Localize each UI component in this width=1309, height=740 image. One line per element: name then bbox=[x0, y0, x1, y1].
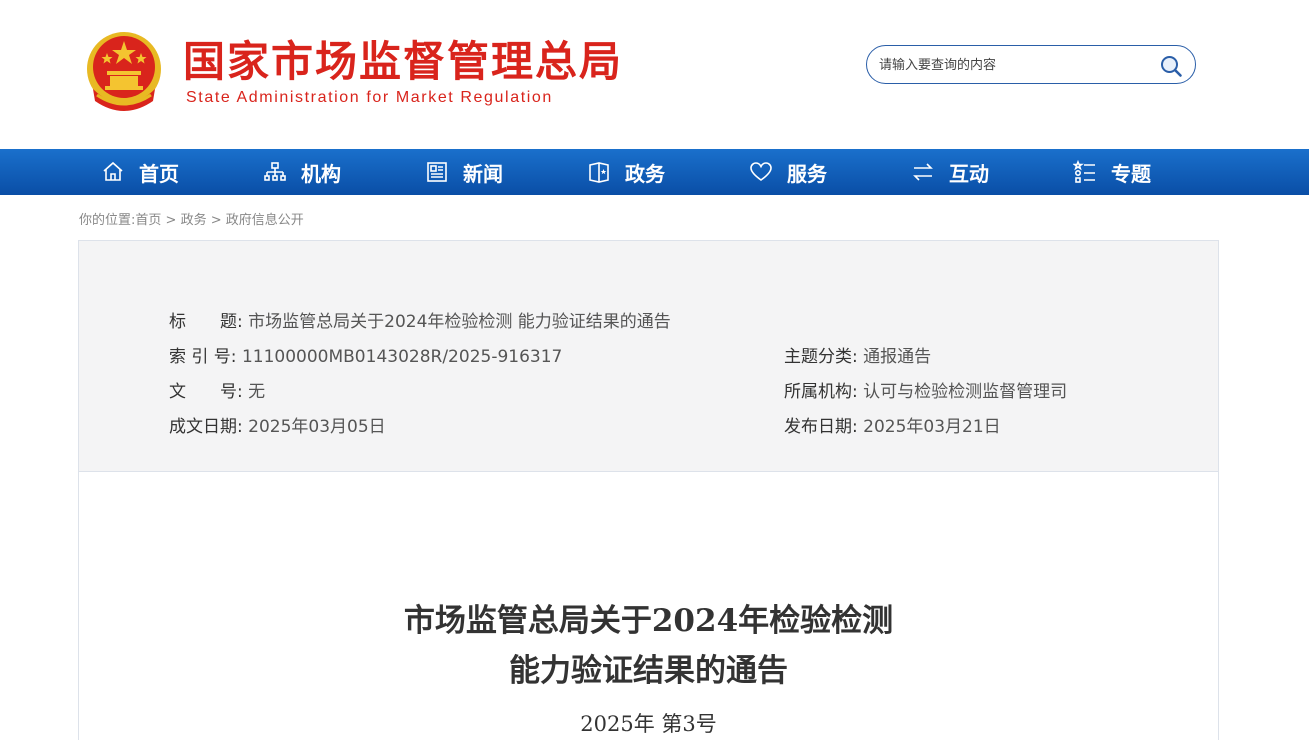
nav-item-org[interactable]: 机构 bbox=[263, 149, 341, 195]
document-meta: 标 题: 市场监管总局关于2024年检验检测 能力验证结果的通告 索 引 号: … bbox=[79, 241, 1218, 472]
meta-published-value: 2025年03月21日 bbox=[863, 417, 1001, 437]
meta-docno-value: 无 bbox=[248, 382, 266, 402]
nav-item-news[interactable]: 新闻 bbox=[425, 149, 503, 195]
document-number: 2025年 第3号 bbox=[580, 712, 717, 736]
brand-name-en[interactable]: State Administration for Market Regulati… bbox=[186, 88, 553, 108]
nav-label: 专题 bbox=[1111, 161, 1151, 186]
meta-category-label: 主题分类: bbox=[784, 347, 858, 367]
meta-docno-row: 文 号: 无 bbox=[169, 380, 265, 404]
breadcrumb-prefix: 你的位置: bbox=[79, 213, 136, 228]
document-title-line2: 能力验证结果的通告 bbox=[509, 653, 788, 689]
org-chart-icon bbox=[264, 162, 286, 181]
national-emblem-icon[interactable] bbox=[83, 29, 165, 115]
nav-item-service[interactable]: 服务 bbox=[749, 149, 827, 195]
nav-item-gov[interactable]: 政务 bbox=[587, 149, 665, 195]
nav-label: 机构 bbox=[301, 161, 341, 186]
breadcrumb-separator: > bbox=[165, 213, 177, 228]
nav-label: 互动 bbox=[949, 161, 989, 186]
nav-item-home[interactable]: 首页 bbox=[101, 149, 179, 195]
site-header: 国家市场监督管理总局 State Administration for Mark… bbox=[0, 0, 1309, 149]
meta-title-label: 标 题: bbox=[169, 312, 243, 332]
nav-label: 政务 bbox=[625, 161, 665, 186]
meta-org-row: 所属机构: 认可与检验检测监督管理司 bbox=[784, 380, 1067, 404]
meta-published-row: 发布日期: 2025年03月21日 bbox=[784, 415, 1001, 439]
home-icon bbox=[103, 161, 123, 181]
meta-index-row: 索 引 号: 11100000MB0143028R/2025-916317 bbox=[169, 345, 562, 369]
search-input[interactable] bbox=[879, 55, 1149, 75]
nav-label: 新闻 bbox=[463, 161, 503, 186]
breadcrumb-gov[interactable]: 政务 bbox=[181, 213, 207, 228]
meta-category-row: 主题分类: 通报通告 bbox=[784, 345, 931, 369]
meta-docno-label: 文 号: bbox=[169, 382, 243, 402]
book-icon bbox=[589, 162, 609, 183]
list-icon bbox=[1073, 160, 1095, 183]
exchange-icon bbox=[913, 163, 933, 181]
nav-label: 服务 bbox=[787, 161, 827, 186]
meta-org-value: 认可与检验检测监督管理司 bbox=[863, 382, 1068, 402]
nav-label: 首页 bbox=[139, 161, 179, 186]
brand-name-cn[interactable]: 国家市场监督管理总局 bbox=[183, 38, 623, 86]
meta-index-value: 11100000MB0143028R/2025-916317 bbox=[241, 347, 563, 367]
heart-icon bbox=[750, 162, 772, 181]
meta-index-label: 索 引 号: bbox=[169, 347, 237, 367]
newspaper-icon bbox=[427, 162, 447, 182]
breadcrumb: 你的位置:首页 > 政务 > 政府信息公开 bbox=[79, 209, 304, 228]
meta-title-value: 市场监管总局关于2024年检验检测 能力验证结果的通告 bbox=[248, 312, 671, 332]
meta-written-row: 成文日期: 2025年03月05日 bbox=[169, 415, 386, 439]
meta-org-label: 所属机构: bbox=[784, 382, 858, 402]
search-icon[interactable] bbox=[1159, 54, 1183, 78]
document-title-line1: 市场监管总局关于2024年检验检测 bbox=[403, 603, 894, 639]
nav-item-interact[interactable]: 互动 bbox=[911, 149, 989, 195]
content-frame: 标 题: 市场监管总局关于2024年检验检测 能力验证结果的通告 索 引 号: … bbox=[78, 240, 1219, 740]
meta-written-label: 成文日期: bbox=[169, 417, 243, 437]
search-box bbox=[866, 45, 1196, 84]
breadcrumb-separator: > bbox=[210, 213, 222, 228]
main-nav: 首页 机构 新闻 政务 服务 互动 专题 bbox=[0, 149, 1309, 195]
breadcrumb-home[interactable]: 首页 bbox=[135, 213, 161, 228]
breadcrumb-info-public[interactable]: 政府信息公开 bbox=[226, 213, 304, 228]
meta-category-value: 通报通告 bbox=[863, 347, 932, 367]
nav-item-topic[interactable]: 专题 bbox=[1073, 149, 1151, 195]
meta-title-row: 标 题: 市场监管总局关于2024年检验检测 能力验证结果的通告 bbox=[169, 310, 671, 334]
meta-published-label: 发布日期: bbox=[784, 417, 858, 437]
meta-written-value: 2025年03月05日 bbox=[248, 417, 386, 437]
